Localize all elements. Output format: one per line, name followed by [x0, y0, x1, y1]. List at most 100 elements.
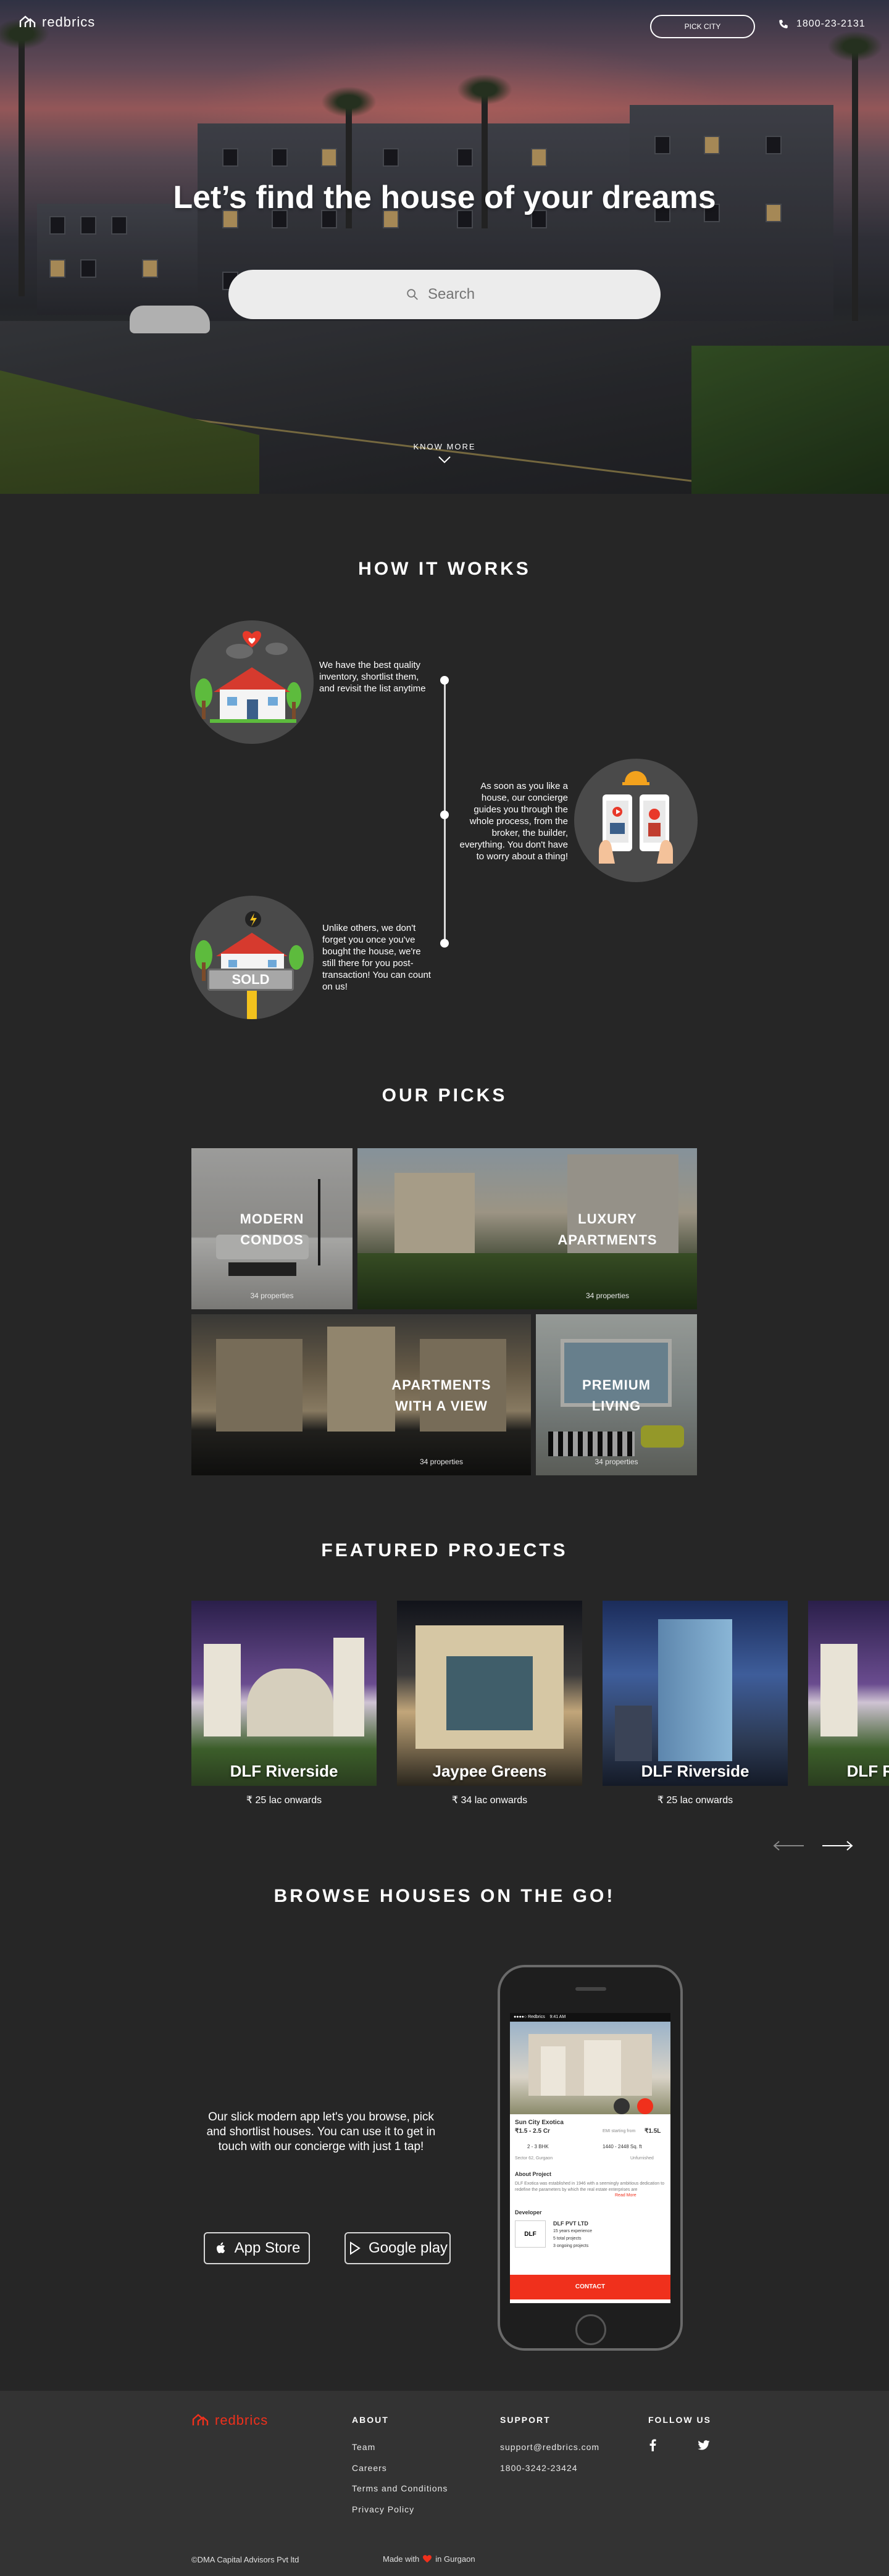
brand-name: redbrics [42, 14, 96, 30]
brand-logo[interactable]: redbrics [19, 14, 95, 31]
screen-hero-image [510, 2022, 670, 2114]
footer-link-terms[interactable]: Terms and Conditions [352, 2483, 448, 2493]
project-price: ₹ 25 lac onwards [246, 1795, 322, 1806]
screen-read-more[interactable]: Read More [615, 2193, 636, 2198]
screen-about-text: DLF Exotica was established in 1946 with… [515, 2182, 665, 2192]
pick-label-line-2: APARTMENTS [557, 1232, 657, 1248]
google-play-button[interactable]: Google play [344, 2232, 451, 2264]
screen-about-title: About Project [515, 2171, 552, 2177]
pick-tile-apartments-with-a-view[interactable]: APARTMENTS WITH A VIEW 34 properties [191, 1314, 531, 1475]
project-card[interactable]: DLF Riverside [191, 1601, 377, 1786]
featured-projects-title: FEATURED PROJECTS [321, 1540, 568, 1561]
screen-contact-button[interactable]: CONTACT [510, 2275, 670, 2299]
pick-label-line-2: WITH A VIEW [395, 1398, 488, 1414]
pick-label-line-1: LUXURY [578, 1211, 637, 1227]
timeline-dot [440, 811, 449, 819]
project-name: DLF Riverside [230, 1762, 338, 1780]
screen-bhk: 2 - 3 BHK [527, 2144, 549, 2149]
phone-number: 1800-23-2131 [796, 19, 866, 29]
project-card[interactable]: DLF Riverside [808, 1601, 889, 1786]
screen-dev-line: 5 total projects [553, 2236, 582, 2241]
phone-contact[interactable]: 1800-23-2131 [778, 19, 866, 30]
pick-count: 34 properties [595, 1457, 638, 1466]
screen-emi-label: EMI starting from [603, 2129, 636, 2133]
step-3-text: Unlike others, we don't forget you once … [322, 923, 431, 992]
app-store-button[interactable]: App Store [204, 2232, 310, 2264]
screen-dev-line: 15 years experience [553, 2229, 593, 2233]
phone-home-button [575, 2314, 606, 2345]
project-name: DLF Riverside [846, 1762, 889, 1780]
footer-support-email[interactable]: support@redbrics.com [500, 2442, 599, 2452]
screen-dev-line: 3 ongoing projects [553, 2244, 589, 2248]
phone-icon [779, 20, 788, 28]
how-it-works-title: HOW IT WORKS [358, 559, 531, 579]
hero-shade [0, 0, 889, 494]
project-name: Jaypee Greens [432, 1762, 547, 1780]
phone-speaker [575, 1987, 606, 1991]
facebook-icon[interactable] [648, 2439, 657, 2451]
screen-area: 1440 - 2448 Sq. ft [603, 2144, 642, 2149]
project-price: ₹ 34 lac onwards [451, 1795, 528, 1806]
phones-concierge-icon [599, 771, 673, 864]
footer-logo[interactable]: redbrics [191, 2412, 268, 2429]
top-bar: redbrics PICK CITY 1800-23-2131 [0, 0, 889, 49]
chevron-down-icon[interactable] [438, 456, 451, 464]
step-1-text: We have the best quality inventory, shor… [319, 660, 426, 694]
pick-tile-modern-condos[interactable]: MODERN CONDOS 34 properties [191, 1148, 353, 1309]
timeline-dot [440, 676, 449, 685]
step-2-illustration [574, 759, 698, 882]
screen-emi: ₹1.5L [645, 2128, 661, 2135]
footer-about-title: ABOUT [352, 2415, 389, 2425]
screen-location: Sector 62, Gurgaon [515, 2156, 553, 2161]
apple-icon [216, 2242, 225, 2253]
arrow-left-icon[interactable] [773, 1841, 805, 1851]
project-card[interactable]: Jaypee Greens [397, 1601, 582, 1786]
footer-link-privacy[interactable]: Privacy Policy [352, 2504, 414, 2514]
pick-count: 34 properties [419, 1457, 464, 1466]
footer-copyright: ©DMA Capital Advisors Pvt ltd [191, 2555, 299, 2564]
status-bar: ●●●●○ Redbrics 9:41 AM [510, 2013, 670, 2022]
project-card[interactable]: DLF Riverside [603, 1601, 788, 1786]
pick-tile-luxury-apartments[interactable]: LUXURY APARTMENTS 34 properties [357, 1148, 697, 1309]
pick-label-line-1: MODERN [240, 1211, 304, 1227]
search-input[interactable] [428, 286, 483, 303]
hero-title: Let’s find the house of your dreams [173, 180, 716, 215]
twitter-icon[interactable] [698, 2440, 710, 2450]
footer-support-phone[interactable]: 1800-3242-23424 [500, 2463, 578, 2473]
footer-made-with: Made with in Gurgaon [383, 2554, 475, 2564]
made-in-text: in Gurgaon [435, 2554, 475, 2564]
pick-city-button[interactable]: PICK CITY [650, 15, 755, 38]
pick-count: 34 properties [250, 1291, 294, 1300]
pick-tile-premium-living[interactable]: PREMIUM LIVING 34 properties [536, 1314, 697, 1475]
heart-icon [423, 2555, 432, 2563]
sold-house-icon [195, 911, 304, 1019]
timeline-dot [440, 939, 449, 948]
search-bar[interactable] [228, 270, 661, 319]
footer-link-team[interactable]: Team [352, 2442, 375, 2452]
app-description: Our slick modern app let's you browse, p… [206, 2111, 436, 2153]
step-3-illustration: SOLD [190, 896, 314, 1019]
search-icon [407, 289, 418, 300]
screen-project: Sun City Exotica [515, 2119, 564, 2126]
screen-price: ₹1.5 - 2.5 Cr [515, 2128, 550, 2135]
footer-support-title: SUPPORT [500, 2415, 551, 2425]
screen-furnishing: Unfurnished [630, 2156, 654, 2161]
step-2-text: As soon as you like a house, our concier… [459, 781, 568, 862]
pick-label-line-2: CONDOS [240, 1232, 304, 1248]
project-name: DLF Riverside [641, 1762, 749, 1780]
know-more-link[interactable]: KNOW MORE [0, 442, 889, 451]
screen-developer-name: DLF PVT LTD [553, 2220, 588, 2227]
arrow-right-icon[interactable] [821, 1841, 853, 1851]
play-icon [349, 2241, 361, 2255]
footer-follow-title: FOLLOW US [648, 2415, 711, 2425]
logo-house-icon [192, 2414, 209, 2425]
status-carrier: ●●●●○ Redbrics [514, 2015, 545, 2019]
footer-link-careers[interactable]: Careers [352, 2463, 387, 2473]
logo-house-icon [19, 15, 36, 27]
hero-section [0, 0, 889, 494]
status-time: 9:41 AM [549, 2015, 566, 2019]
app-store-label: App Store [234, 2240, 301, 2256]
sold-sign: SOLD [207, 969, 294, 991]
phone-screen: ●●●●○ Redbrics 9:41 AM Sun City Exotica … [510, 2013, 670, 2303]
step-1-illustration [190, 620, 314, 744]
